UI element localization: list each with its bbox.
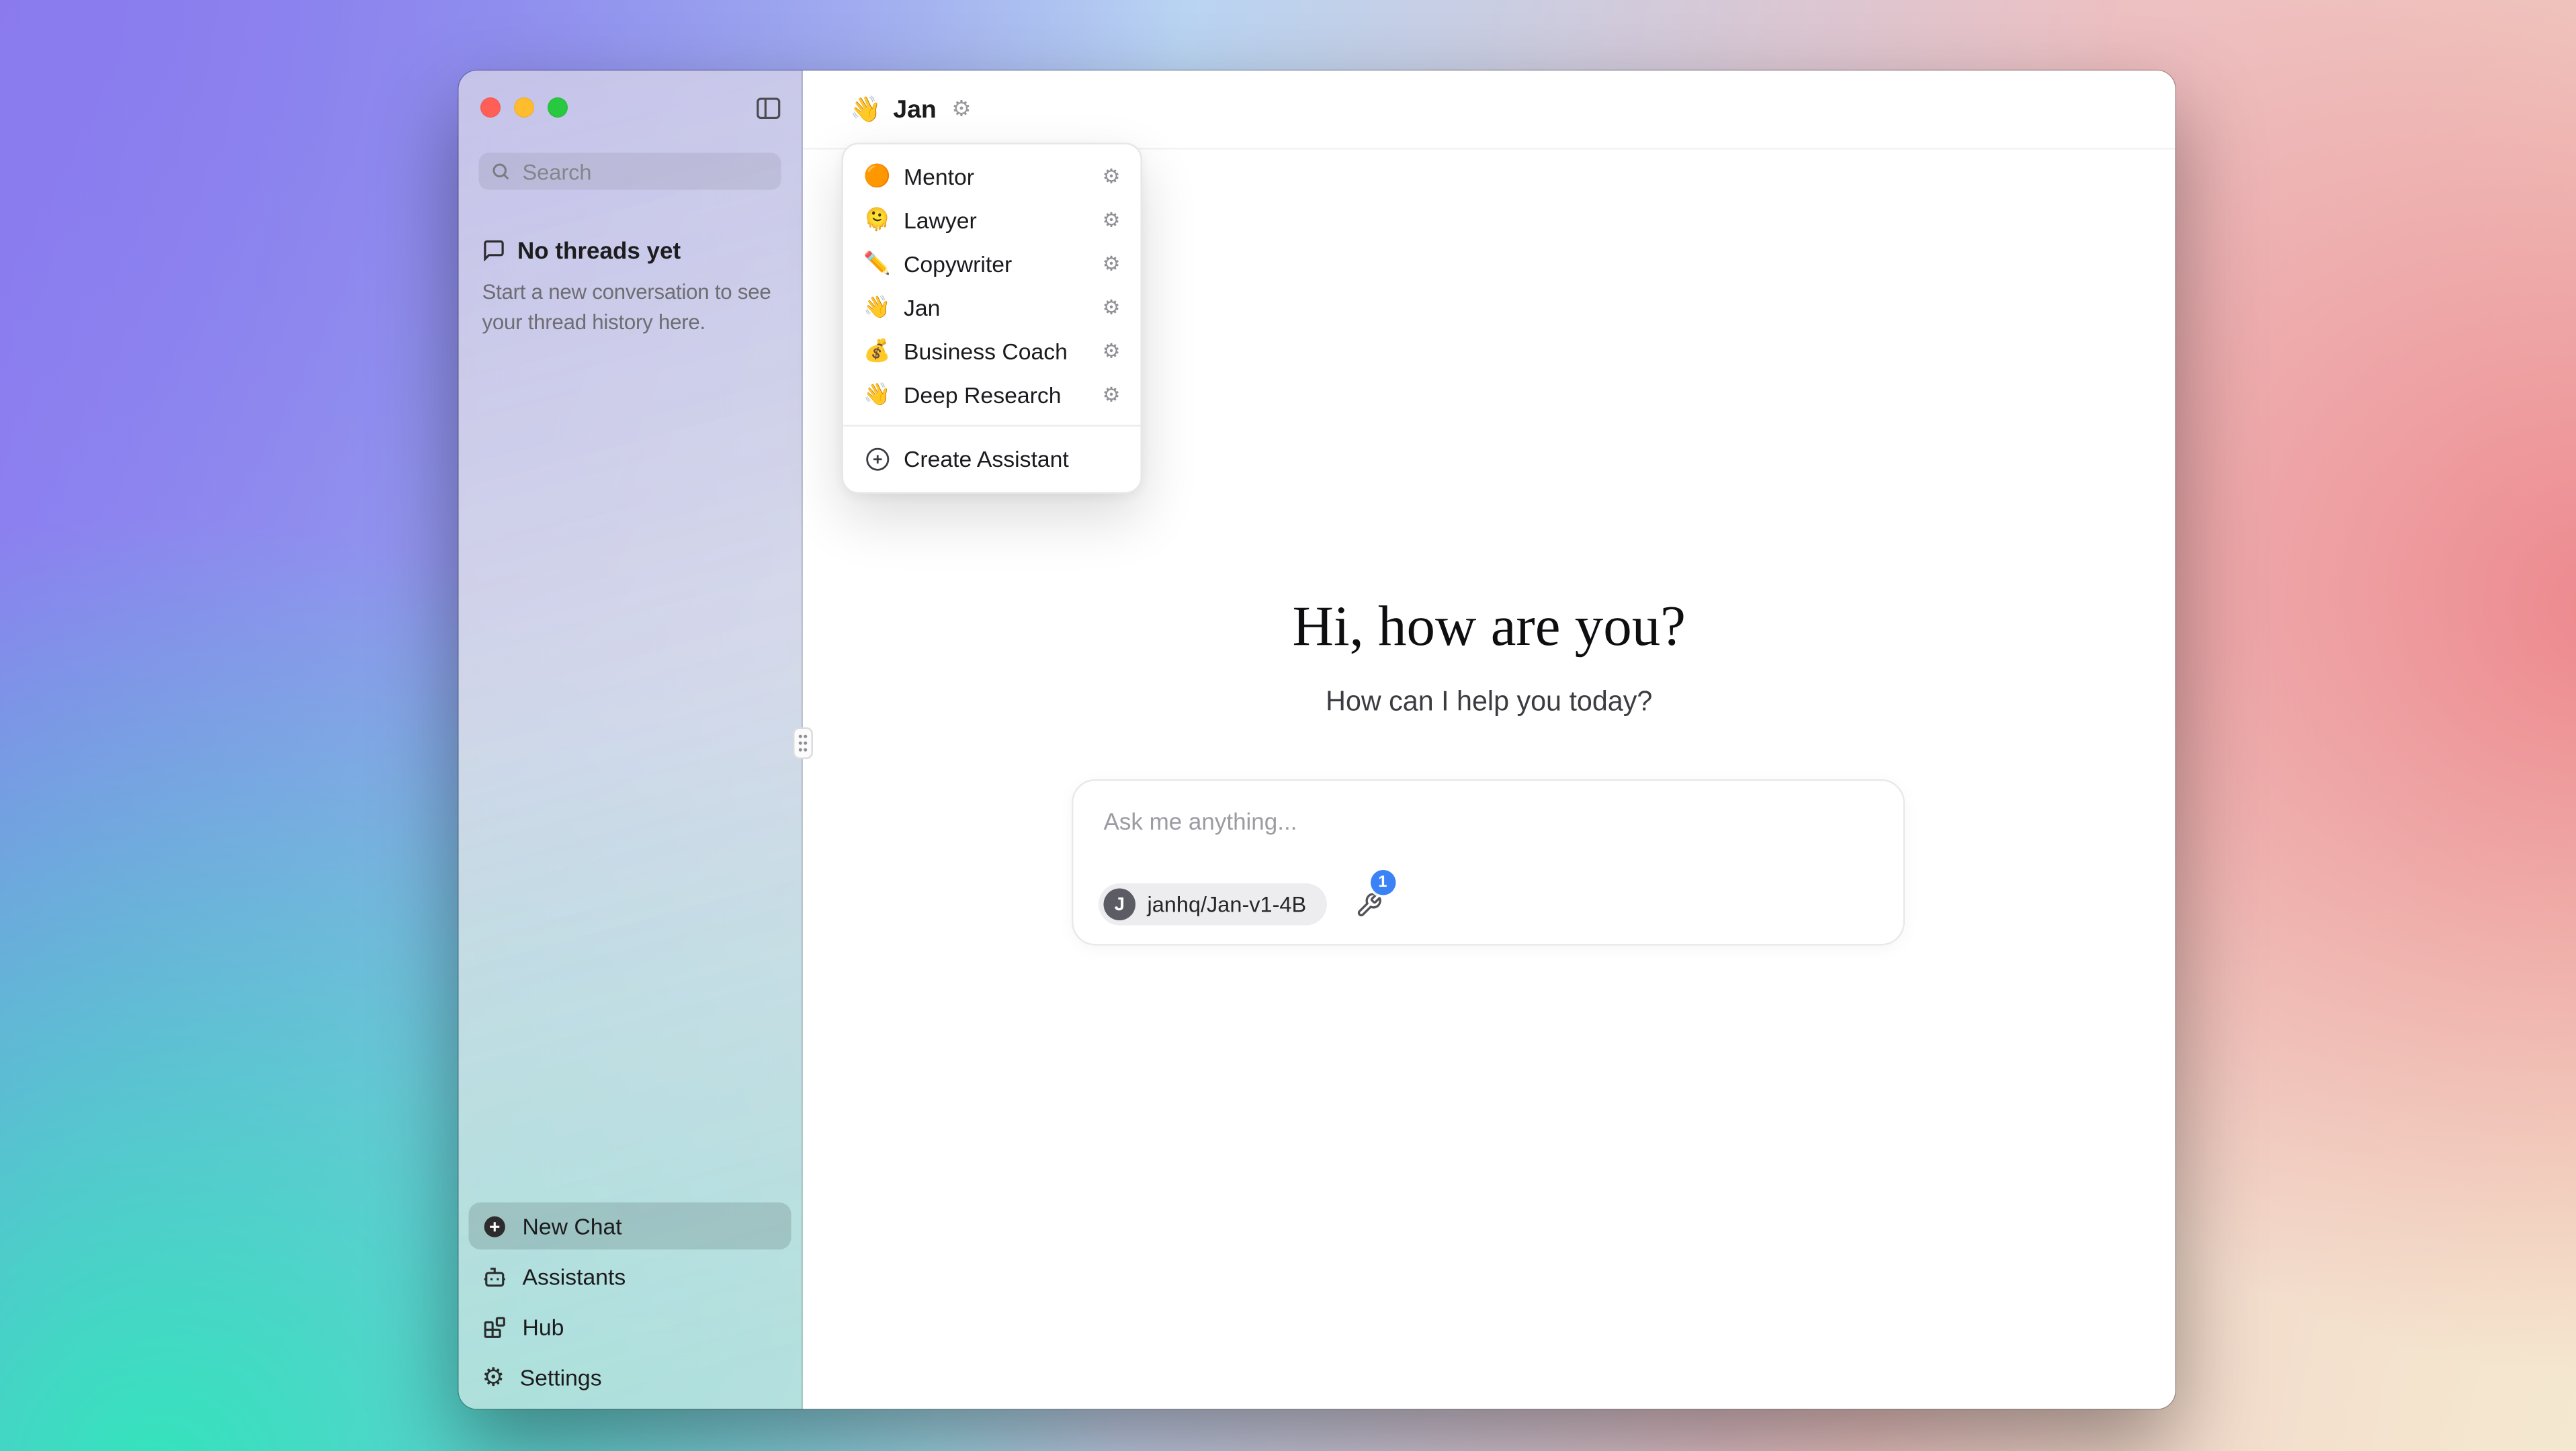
menu-item-business-coach[interactable]: 💰 Business Coach ⚙ (843, 329, 1141, 373)
zoom-button[interactable] (548, 97, 568, 118)
traffic-lights (480, 97, 568, 118)
chat-bubble-icon (482, 238, 506, 262)
wrench-icon (1355, 891, 1382, 918)
sidebar-item-settings[interactable]: ⚙ Settings (469, 1354, 791, 1401)
assistant-emoji: 🫠 (863, 207, 890, 234)
assistant-label: Jan (904, 295, 940, 320)
close-button[interactable] (480, 97, 501, 118)
sidebar-resize-handle[interactable] (793, 728, 813, 760)
tools-count-badge: 1 (1370, 869, 1396, 895)
assistant-emoji: ✏️ (863, 251, 890, 277)
assistant-selector[interactable]: 👋 Jan ⚙ (803, 71, 2176, 150)
sidebar-item-hub[interactable]: Hub (469, 1303, 791, 1350)
main-pane: 👋 Jan ⚙ 🟠 Mentor ⚙ 🫠 Lawyer ⚙ ✏️ C (803, 71, 2176, 1409)
gear-icon[interactable]: ⚙ (1103, 254, 1121, 274)
empty-state-title: No threads yet (517, 237, 681, 264)
app-window: No threads yet Start a new conversation … (459, 71, 2176, 1409)
assistant-name: Jan (893, 95, 937, 124)
tools-button[interactable]: 1 (1355, 891, 1382, 918)
assistant-emoji: 💰 (863, 338, 890, 365)
assistant-label: Business Coach (904, 339, 1068, 364)
assistant-label: Mentor (904, 164, 974, 189)
sidebar: No threads yet Start a new conversation … (459, 71, 804, 1409)
sidebar-nav: New Chat Assistants Hub ⚙ Settings (469, 1202, 791, 1401)
composer-card: J janhq/Jan-v1-4B 1 (1072, 779, 1905, 946)
model-selector[interactable]: J janhq/Jan-v1-4B (1099, 883, 1326, 926)
gear-icon[interactable]: ⚙ (1103, 298, 1121, 318)
sidebar-item-new-chat[interactable]: New Chat (469, 1202, 791, 1249)
menu-item-mentor[interactable]: 🟠 Mentor ⚙ (843, 155, 1141, 198)
search-icon (490, 161, 511, 181)
assistant-dropdown-menu: 🟠 Mentor ⚙ 🫠 Lawyer ⚙ ✏️ Copywriter ⚙ 👋 … (842, 143, 1143, 494)
gear-icon[interactable]: ⚙ (1103, 167, 1121, 187)
sidebar-toggle-icon[interactable] (755, 93, 783, 122)
assistant-emoji: 👋 (863, 382, 890, 408)
plus-circle-icon (863, 446, 890, 472)
gear-icon: ⚙ (482, 1364, 505, 1390)
threads-empty-state: No threads yet Start a new conversation … (459, 237, 802, 338)
composer-toolbar: J janhq/Jan-v1-4B 1 (1099, 883, 1382, 926)
sidebar-item-label: Hub (523, 1314, 564, 1339)
message-input[interactable] (1101, 806, 1883, 836)
gear-icon[interactable]: ⚙ (1103, 210, 1121, 230)
assistant-emoji: 🟠 (863, 163, 890, 190)
sidebar-item-assistants[interactable]: Assistants (469, 1253, 791, 1300)
menu-item-deep-research[interactable]: 👋 Deep Research ⚙ (843, 373, 1141, 416)
menu-item-jan[interactable]: 👋 Jan ⚙ (843, 285, 1141, 329)
greeting: Hi, how are you? How can I help you toda… (803, 591, 2176, 719)
model-name: janhq/Jan-v1-4B (1148, 892, 1307, 918)
menu-item-copywriter[interactable]: ✏️ Copywriter ⚙ (843, 242, 1141, 285)
create-assistant-label: Create Assistant (904, 446, 1069, 472)
bot-icon (482, 1264, 508, 1289)
greeting-title: Hi, how are you? (803, 591, 2176, 665)
assistant-label: Deep Research (904, 382, 1062, 408)
assistant-emoji: 👋 (863, 294, 890, 321)
desktop-background: No threads yet Start a new conversation … (0, 0, 2576, 1451)
search-box[interactable] (479, 153, 781, 190)
sidebar-item-label: Settings (520, 1364, 602, 1390)
empty-state-description: Start a new conversation to see your thr… (482, 277, 778, 338)
assistant-emoji: 👋 (850, 94, 882, 124)
gear-icon[interactable]: ⚙ (1103, 385, 1121, 405)
assistant-label: Copywriter (904, 251, 1012, 277)
sidebar-item-label: New Chat (523, 1213, 622, 1239)
create-assistant-button[interactable]: Create Assistant (843, 435, 1141, 482)
model-provider-avatar: J (1104, 889, 1136, 921)
gear-icon[interactable]: ⚙ (1103, 341, 1121, 361)
sidebar-item-label: Assistants (523, 1264, 626, 1289)
blocks-icon (482, 1314, 508, 1339)
menu-item-lawyer[interactable]: 🫠 Lawyer ⚙ (843, 198, 1141, 242)
assistant-label: Lawyer (904, 208, 977, 233)
minimize-button[interactable] (514, 97, 534, 118)
menu-separator (843, 425, 1141, 427)
sidebar-titlebar (459, 71, 802, 144)
plus-circle-icon (482, 1213, 508, 1239)
greeting-subtitle: How can I help you today? (803, 687, 2176, 719)
search-input[interactable] (519, 157, 770, 186)
assistant-settings-gear-icon[interactable]: ⚙ (951, 98, 971, 120)
